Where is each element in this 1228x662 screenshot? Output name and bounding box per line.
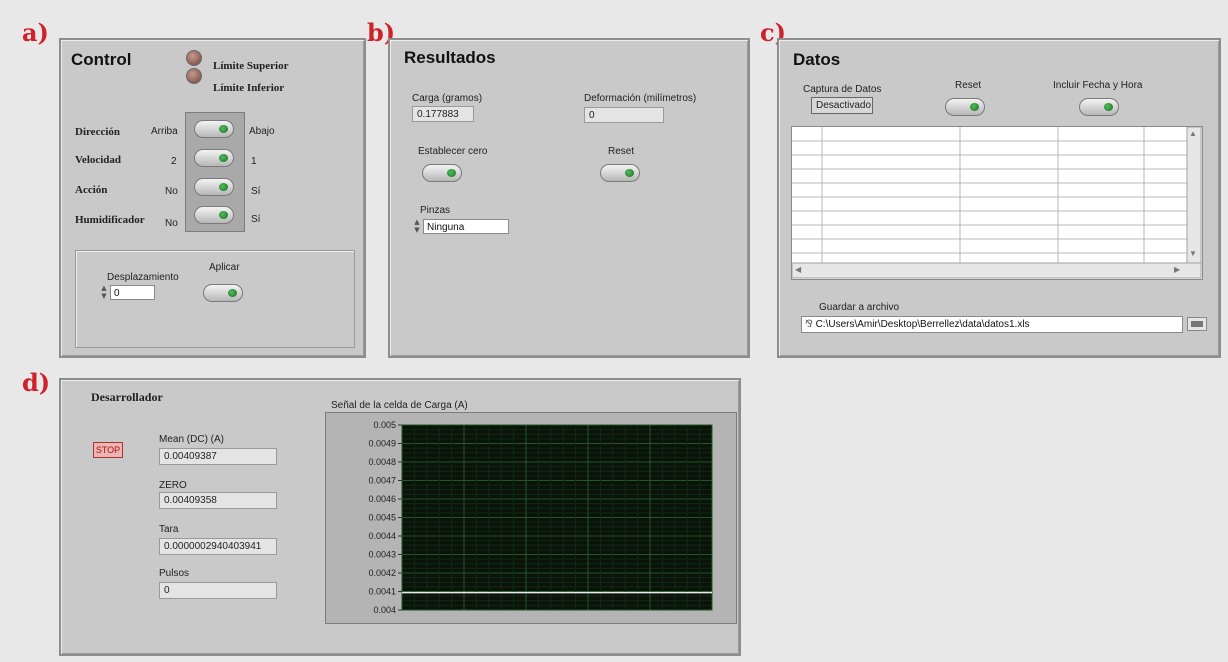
y-tick-label: 0.0045 — [368, 513, 396, 523]
toggle-humidifier-right: Sí — [251, 214, 261, 225]
results-panel: Resultados Carga (gramos) 0.177883 Defor… — [388, 38, 750, 358]
clamps-label: Pinzas — [420, 205, 451, 216]
y-tick-label: 0.0044 — [368, 531, 396, 541]
pulses-label: Pulsos — [159, 568, 190, 579]
developer-panel: Desarrollador STOP Mean (DC) (A) 0.00409… — [59, 378, 741, 656]
clamps-select[interactable]: Ninguna — [423, 219, 509, 234]
toggle-direction-left: Arriba — [151, 126, 178, 137]
mean-value: 0.00409387 — [159, 448, 277, 465]
data-title: Datos — [793, 50, 841, 69]
toggle-direction-label: Dirección — [75, 126, 121, 138]
mean-label: Mean (DC) (A) — [159, 434, 225, 445]
toggle-action-button[interactable] — [194, 178, 234, 196]
toggle-speed-left: 2 — [171, 156, 177, 167]
set-zero-label: Establecer cero — [418, 146, 488, 157]
include-date-label: Incluir Fecha y Hora — [1053, 80, 1143, 91]
upper-limit-led — [186, 50, 202, 66]
load-label: Carga (gramos) — [412, 93, 483, 104]
toggle-action-label: Acción — [75, 184, 108, 196]
chart-frame: 0.005 0.0049 0.0048 0.0047 0.0046 0.0045 0.004… — [325, 412, 737, 624]
lower-limit-label: Límite Inferior — [213, 82, 285, 94]
toggle-humidifier-label: Humidificador — [75, 214, 145, 226]
results-reset-label: Reset — [608, 146, 635, 157]
include-date-button[interactable] — [1079, 98, 1119, 116]
chart-svg: 0.005 0.0049 0.0048 0.0047 0.0046 0.0045 0.004… — [368, 420, 713, 615]
data-panel: Datos Captura de Datos Desactivado Reset… — [777, 38, 1221, 358]
tare-value: 0.0000002940403941 — [159, 538, 277, 555]
deformation-label: Deformación (milímetros) — [584, 93, 697, 104]
control-panel: Control Límite Superior Límite Inferior … — [59, 38, 366, 358]
developer-title: Desarrollador — [91, 390, 163, 404]
pulses-value: 0 — [159, 582, 277, 599]
load-value: 0.177883 — [412, 106, 474, 122]
capture-toggle[interactable]: Desactivado — [811, 97, 873, 114]
data-reset-label: Reset — [955, 80, 982, 91]
table-scroll-up-icon[interactable]: ▲ — [1189, 129, 1197, 138]
y-tick-label: 0.0043 — [368, 550, 396, 560]
browse-folder-icon[interactable] — [1187, 317, 1207, 331]
zero-value: 0.00409358 — [159, 492, 277, 509]
set-zero-button[interactable] — [422, 164, 462, 182]
table-scroll-left-icon[interactable]: ◀ — [795, 265, 801, 274]
data-table[interactable]: ▲ ▼ ◀ ▶ — [791, 126, 1203, 280]
toggle-speed-button[interactable] — [194, 149, 234, 167]
save-path-input[interactable]: ⅋ C:\Users\Amir\Desktop\Berrellez\data\d… — [801, 316, 1183, 333]
clamps-spinner[interactable]: ▲ ▼ — [413, 218, 421, 234]
toggle-action-left: No — [165, 186, 178, 197]
table-scroll-right-icon[interactable]: ▶ — [1174, 265, 1180, 274]
data-table-grid — [792, 127, 1202, 279]
y-tick-label: 0.005 — [373, 420, 396, 430]
y-tick-label: 0.0047 — [368, 476, 396, 486]
deformation-value: 0 — [584, 107, 664, 123]
apply-button[interactable] — [203, 284, 243, 302]
section-label-d: d) — [22, 368, 51, 397]
toggle-action-right: Sí — [251, 186, 261, 197]
zero-label: ZERO — [159, 480, 187, 491]
y-tick-label: 0.004 — [373, 605, 396, 615]
toggle-speed-right: 1 — [251, 156, 257, 167]
control-title: Control — [71, 50, 132, 69]
toggle-speed-label: Velocidad — [75, 154, 122, 166]
toggle-direction-right: Abajo — [249, 126, 275, 137]
save-path-text: C:\Users\Amir\Desktop\Berrellez\data\dat… — [815, 319, 1030, 330]
toggle-humidifier-button[interactable] — [194, 206, 234, 224]
section-label-a: a) — [22, 18, 49, 47]
y-tick-label: 0.0046 — [368, 494, 396, 504]
toggle-humidifier-left: No — [165, 218, 178, 229]
y-tick-label: 0.0042 — [368, 568, 396, 578]
displacement-spinner[interactable]: ▲ ▼ — [100, 284, 108, 300]
toggle-direction-button[interactable] — [194, 120, 234, 138]
displacement-label: Desplazamiento — [107, 272, 179, 283]
chart-title: Señal de la celda de Carga (A) — [331, 400, 468, 411]
save-file-label: Guardar a archivo — [819, 302, 900, 313]
data-reset-button[interactable] — [945, 98, 985, 116]
tare-label: Tara — [159, 524, 179, 535]
y-tick-label: 0.0048 — [368, 457, 396, 467]
y-tick-label: 0.0041 — [368, 587, 396, 597]
capture-label: Captura de Datos — [803, 84, 882, 95]
table-scroll-down-icon[interactable]: ▼ — [1189, 249, 1197, 258]
lower-limit-led — [186, 68, 202, 84]
y-tick-label: 0.0049 — [368, 439, 396, 449]
apply-label: Aplicar — [209, 262, 240, 273]
stop-button[interactable]: STOP — [93, 442, 123, 458]
results-title: Resultados — [404, 48, 496, 67]
results-reset-button[interactable] — [600, 164, 640, 182]
path-icon: ⅋ — [805, 319, 816, 330]
upper-limit-label: Límite Superior — [213, 60, 289, 72]
displacement-input[interactable]: 0 — [110, 285, 155, 300]
